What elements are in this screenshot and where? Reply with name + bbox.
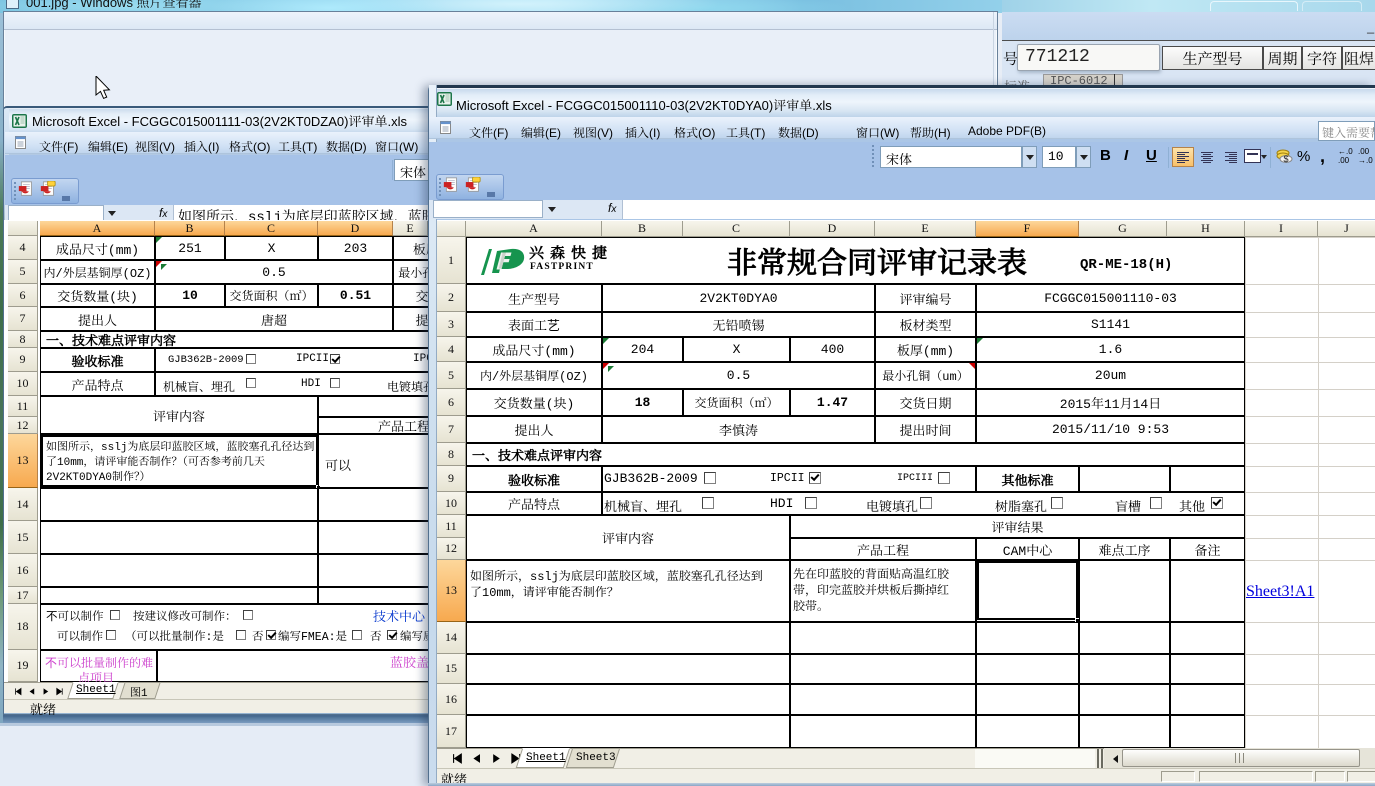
- svg-text:$: $: [1283, 154, 1288, 164]
